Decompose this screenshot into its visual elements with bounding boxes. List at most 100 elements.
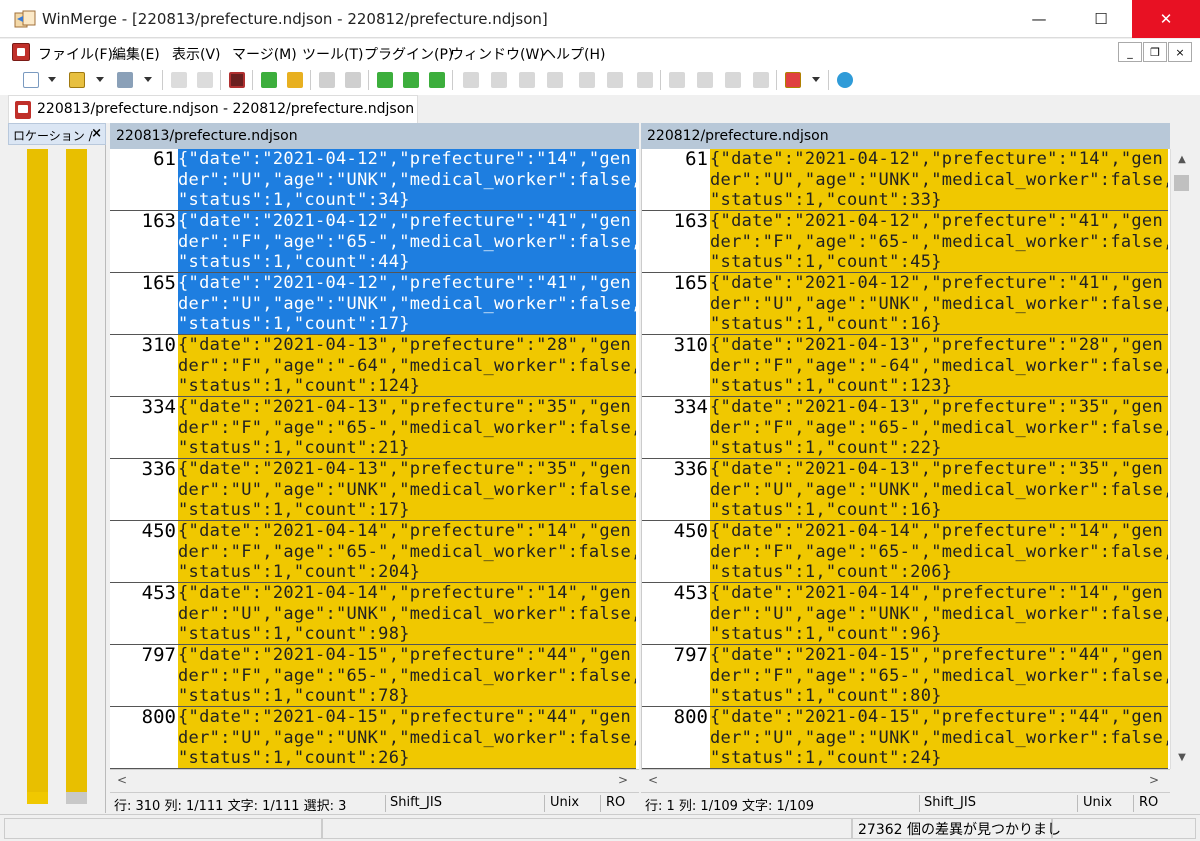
copy-left-advance-icon[interactable] (544, 69, 566, 91)
left-diff-line[interactable]: 450 {"date":"2021-04-14","prefecture":"14… (110, 521, 639, 583)
menu-edit[interactable]: 編集(E) (112, 44, 160, 64)
next-diff-icon[interactable] (258, 69, 280, 91)
save-dropdown-icon[interactable] (144, 77, 152, 82)
right-diff-line[interactable]: 800 {"date":"2021-04-15","prefecture":"44… (642, 707, 1170, 769)
right-diff-line[interactable]: 797 {"date":"2021-04-15","prefecture":"44… (642, 645, 1170, 707)
line-text[interactable]: {"date":"2021-04-12","prefecture":"41","… (178, 211, 636, 273)
right-diff-pane[interactable]: 61 {"date":"2021-04-12","prefecture":"14"… (641, 149, 1170, 769)
all-right-icon[interactable] (576, 69, 598, 91)
line-text[interactable]: {"date":"2021-04-13","prefecture":"28","… (178, 335, 636, 397)
line-text[interactable]: {"date":"2021-04-14","prefecture":"14","… (178, 583, 636, 645)
save-icon[interactable] (114, 69, 136, 91)
menu-tools[interactable]: ツール(T) (302, 44, 363, 64)
mdi-close-button[interactable]: × (1168, 42, 1192, 62)
right-diff-line[interactable]: 453 {"date":"2021-04-14","prefecture":"14… (642, 583, 1170, 645)
vertical-scrollbar[interactable]: ▲ ▼ (1170, 149, 1192, 769)
right-diff-line[interactable]: 310 {"date":"2021-04-13","prefecture":"28… (642, 335, 1170, 397)
line-text[interactable]: {"date":"2021-04-13","prefecture":"35","… (710, 397, 1168, 459)
menu-view[interactable]: 表示(V) (172, 44, 221, 64)
scroll-down-icon[interactable]: ▼ (1171, 749, 1193, 767)
location-bar-left[interactable] (27, 149, 48, 804)
line-text[interactable]: {"date":"2021-04-14","prefecture":"14","… (178, 521, 636, 583)
line-text[interactable]: {"date":"2021-04-13","prefecture":"35","… (710, 459, 1168, 521)
all-left-icon[interactable] (604, 69, 626, 91)
copy-right-icon[interactable] (460, 69, 482, 91)
left-scroll-right-icon[interactable]: > (615, 772, 631, 788)
prev-diff-icon[interactable] (284, 69, 306, 91)
right-scroll-left-icon[interactable]: < (645, 772, 661, 788)
left-diff-line[interactable]: 800 {"date":"2021-04-15","prefecture":"44… (110, 707, 639, 769)
minimize-button[interactable]: — (1016, 0, 1062, 38)
current-diff-icon[interactable] (400, 69, 422, 91)
left-horizontal-scrollbar[interactable]: < > (110, 769, 639, 789)
menu-help[interactable]: ヘルプ(H) (542, 44, 605, 64)
right-scroll-right-icon[interactable]: > (1146, 772, 1162, 788)
right-diff-line[interactable]: 163 {"date":"2021-04-12","prefecture":"41… (642, 211, 1170, 273)
line-text[interactable]: {"date":"2021-04-12","prefecture":"41","… (710, 273, 1168, 335)
undo-icon[interactable] (168, 69, 190, 91)
line-text[interactable]: {"date":"2021-04-15","prefecture":"44","… (178, 645, 636, 707)
merge-all-icon[interactable] (634, 69, 656, 91)
left-diff-line[interactable]: 163 {"date":"2021-04-12","prefecture":"41… (110, 211, 639, 273)
scroll-thumb[interactable] (1174, 175, 1189, 191)
last-file-icon[interactable] (750, 69, 772, 91)
line-text[interactable]: {"date":"2021-04-12","prefecture":"14","… (178, 149, 636, 211)
options-dropdown-icon[interactable] (812, 77, 820, 82)
line-text[interactable]: {"date":"2021-04-14","prefecture":"14","… (710, 521, 1168, 583)
filmstrip-icon[interactable] (226, 69, 248, 91)
location-bar-right[interactable] (66, 149, 87, 804)
line-text[interactable]: {"date":"2021-04-13","prefecture":"35","… (178, 459, 636, 521)
menu-file[interactable]: ファイル(F) (38, 44, 113, 64)
line-text[interactable]: {"date":"2021-04-12","prefecture":"41","… (710, 211, 1168, 273)
line-text[interactable]: {"date":"2021-04-12","prefecture":"14","… (710, 149, 1168, 211)
new-icon[interactable] (20, 69, 42, 91)
line-text[interactable]: {"date":"2021-04-12","prefecture":"41","… (178, 273, 636, 335)
line-text[interactable]: {"date":"2021-04-13","prefecture":"35","… (178, 397, 636, 459)
options-icon[interactable] (782, 69, 804, 91)
menu-plugins[interactable]: プラグイン(P) (364, 44, 453, 64)
redo-icon[interactable] (194, 69, 216, 91)
line-text[interactable]: {"date":"2021-04-14","prefecture":"14","… (710, 583, 1168, 645)
prev-file-icon[interactable] (694, 69, 716, 91)
left-scroll-left-icon[interactable]: < (114, 772, 130, 788)
right-diff-line[interactable]: 336 {"date":"2021-04-13","prefecture":"35… (642, 459, 1170, 521)
left-diff-line[interactable]: 797 {"date":"2021-04-15","prefecture":"44… (110, 645, 639, 707)
right-diff-line[interactable]: 61 {"date":"2021-04-12","prefecture":"14"… (642, 149, 1170, 211)
last-diff-icon[interactable] (426, 69, 448, 91)
mdi-minimize-button[interactable]: _ (1118, 42, 1142, 62)
prev-conflict-icon[interactable] (342, 69, 364, 91)
menu-merge[interactable]: マージ(M) (232, 44, 297, 64)
menu-window[interactable]: ウィンドウ(W) (450, 44, 545, 64)
location-pane-close-icon[interactable]: × (91, 126, 102, 141)
copy-right-advance-icon[interactable] (516, 69, 538, 91)
line-text[interactable]: {"date":"2021-04-15","prefecture":"44","… (178, 707, 636, 769)
left-diff-line[interactable]: 453 {"date":"2021-04-14","prefecture":"14… (110, 583, 639, 645)
right-horizontal-scrollbar[interactable]: < > (641, 769, 1170, 789)
new-dropdown-icon[interactable] (48, 77, 56, 82)
tab-compare[interactable]: 220813/prefecture.ndjson - 220812/prefec… (8, 95, 418, 123)
right-diff-line[interactable]: 165 {"date":"2021-04-12","prefecture":"41… (642, 273, 1170, 335)
next-conflict-icon[interactable] (316, 69, 338, 91)
maximize-button[interactable]: ☐ (1078, 0, 1124, 38)
scroll-up-icon[interactable]: ▲ (1171, 151, 1193, 169)
left-diff-line[interactable]: 310 {"date":"2021-04-13","prefecture":"28… (110, 335, 639, 397)
mdi-restore-button[interactable]: ❐ (1143, 42, 1167, 62)
line-text[interactable]: {"date":"2021-04-13","prefecture":"28","… (710, 335, 1168, 397)
left-diff-line[interactable]: 334 {"date":"2021-04-13","prefecture":"35… (110, 397, 639, 459)
document-menu-icon[interactable] (12, 43, 30, 61)
open-dropdown-icon[interactable] (96, 77, 104, 82)
next-file-icon[interactable] (722, 69, 744, 91)
close-button[interactable]: ✕ (1132, 0, 1200, 38)
line-text[interactable]: {"date":"2021-04-15","prefecture":"44","… (710, 707, 1168, 769)
first-diff-icon[interactable] (374, 69, 396, 91)
left-diff-line[interactable]: 61 {"date":"2021-04-12","prefecture":"14"… (110, 149, 639, 211)
right-diff-line[interactable]: 334 {"date":"2021-04-13","prefecture":"35… (642, 397, 1170, 459)
left-diff-line[interactable]: 165 {"date":"2021-04-12","prefecture":"41… (110, 273, 639, 335)
left-diff-pane[interactable]: 61 {"date":"2021-04-12","prefecture":"14"… (110, 149, 639, 769)
left-diff-line[interactable]: 336 {"date":"2021-04-13","prefecture":"35… (110, 459, 639, 521)
copy-left-icon[interactable] (488, 69, 510, 91)
line-text[interactable]: {"date":"2021-04-15","prefecture":"44","… (710, 645, 1168, 707)
first-file-icon[interactable] (666, 69, 688, 91)
open-folder-icon[interactable] (66, 69, 88, 91)
refresh-icon[interactable] (834, 69, 856, 91)
